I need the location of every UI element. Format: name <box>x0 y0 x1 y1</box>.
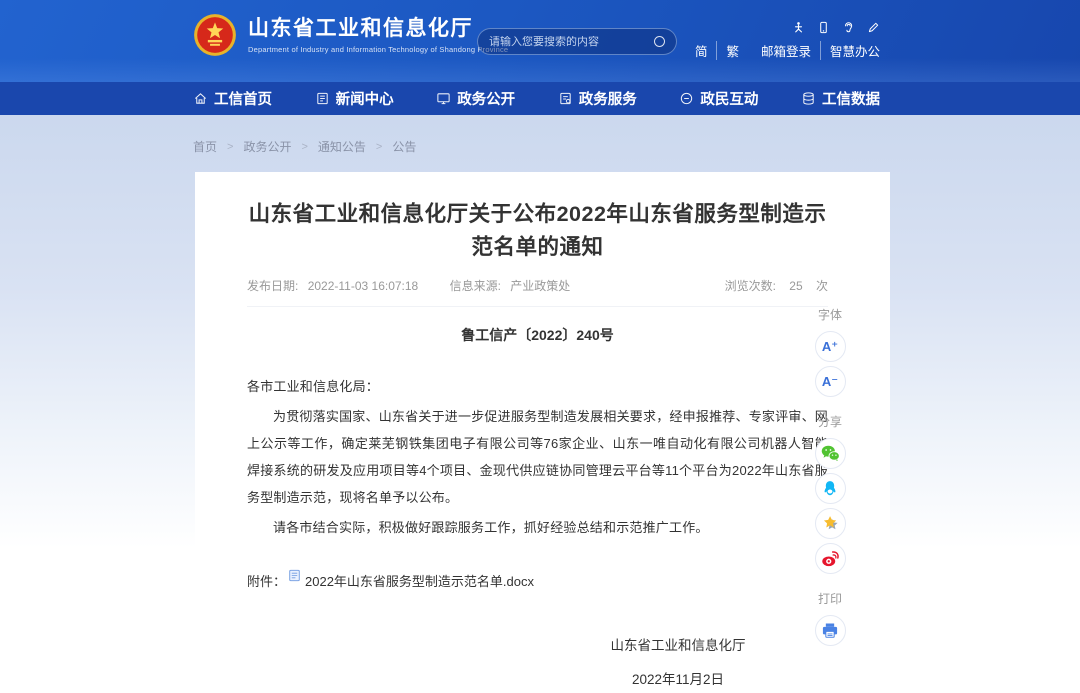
site-header: 山东省工业和信息化厅 Department of Industry and In… <box>0 0 1080 82</box>
voice-icon[interactable] <box>842 21 855 34</box>
article-title: 山东省工业和信息化厅关于公布2022年山东省服务型制造示范名单的通知 <box>247 198 828 264</box>
database-icon <box>801 91 816 106</box>
breadcrumb-home[interactable]: 首页 <box>193 138 217 155</box>
nav-item-gov-disclosure[interactable]: 政务公开 <box>436 88 515 109</box>
article-card: 山东省工业和信息化厅关于公布2022年山东省服务型制造示范名单的通知 发布日期:… <box>195 172 890 693</box>
share-weibo-button[interactable] <box>815 543 846 574</box>
content-area: 首页 > 政务公开 > 通知公告 > 公告 山东省工业和信息化厅关于公布2022… <box>0 115 1080 693</box>
views-unit: 次 <box>816 279 828 293</box>
font-decrease-button[interactable]: A⁻ <box>815 366 846 397</box>
source: 产业政策处 <box>510 279 570 293</box>
salutation: 各市工业和信息化局： <box>247 373 828 400</box>
side-toolbar: 字体 A⁺ A⁻ 分享 <box>810 306 850 650</box>
document-number: 鲁工信产〔2022〕240号 <box>247 325 828 345</box>
nav-item-interaction[interactable]: 政民互动 <box>679 88 758 109</box>
print-button[interactable] <box>815 615 846 646</box>
quick-icons <box>695 21 880 34</box>
nav-item-gov-service[interactable]: 政务服务 <box>558 88 637 109</box>
link-traditional-chinese[interactable]: 繁 <box>716 41 739 60</box>
breadcrumb-separator: > <box>301 141 307 153</box>
search-input[interactable] <box>489 36 654 48</box>
accessibility-icon[interactable] <box>792 21 805 34</box>
service-icon <box>558 91 573 106</box>
qzone-icon <box>820 513 841 534</box>
link-mail-login[interactable]: 邮箱登录 <box>761 41 811 60</box>
breadcrumb-separator: > <box>227 141 233 153</box>
breadcrumb-separator: > <box>376 141 382 153</box>
wechat-icon <box>820 443 841 464</box>
quick-links: 简 繁 邮箱登录 智慧办公 <box>695 41 880 60</box>
signature-org: 山东省工业和信息化厅 <box>611 634 746 654</box>
breadcrumb-notices[interactable]: 通知公告 <box>318 138 366 155</box>
views-count: 25 <box>789 279 802 293</box>
link-smart-office[interactable]: 智慧办公 <box>820 41 880 60</box>
font-label: 字体 <box>818 306 842 323</box>
views-label: 浏览次数: <box>725 279 776 293</box>
interaction-icon <box>679 91 694 106</box>
weibo-icon <box>820 548 841 569</box>
qq-icon <box>820 479 840 499</box>
doc-icon <box>289 569 300 582</box>
article-meta: 发布日期: 2022-11-03 16:07:18 信息来源: 产业政策处 浏览… <box>247 277 828 307</box>
site-search[interactable] <box>477 28 677 55</box>
edit-icon[interactable] <box>867 21 880 34</box>
mobile-icon[interactable] <box>817 21 830 34</box>
signature-block: 山东省工业和信息化厅 2022年11月2日 <box>598 634 758 688</box>
nav-item-home[interactable]: 工信首页 <box>193 88 272 109</box>
paragraph-1: 为贯彻落实国家、山东省关于进一步促进服务型制造发展相关要求，经申报推荐、专家评审… <box>247 403 828 511</box>
header-utility: 简 繁 邮箱登录 智慧办公 <box>695 21 880 60</box>
page: 山东省工业和信息化厅 Department of Industry and In… <box>0 0 1080 693</box>
paragraph-2: 请各市结合实际，积极做好跟踪服务工作，抓好经验总结和示范推广工作。 <box>247 514 828 541</box>
print-label: 打印 <box>818 590 842 607</box>
site-subtitle: Department of Industry and Information T… <box>248 45 508 54</box>
search-icon[interactable] <box>654 36 665 47</box>
attachment-link[interactable]: 2022年山东省服务型制造示范名单.docx <box>305 571 534 590</box>
news-icon <box>315 91 330 106</box>
font-increase-button[interactable]: A⁺ <box>815 331 846 362</box>
publish-date: 2022-11-03 16:07:18 <box>308 279 419 293</box>
share-label: 分享 <box>818 413 842 430</box>
nav-item-news[interactable]: 新闻中心 <box>315 88 394 109</box>
printer-icon <box>820 621 840 641</box>
main-nav: 工信首页 新闻中心 政务公开 政务服务 政民互动 工信数据 <box>0 82 1080 115</box>
share-qzone-button[interactable] <box>815 508 846 539</box>
publish-date-label: 发布日期: <box>247 279 298 293</box>
national-emblem-logo <box>193 13 237 57</box>
share-wechat-button[interactable] <box>815 438 846 469</box>
home-icon <box>193 91 208 106</box>
source-label: 信息来源: <box>450 279 501 293</box>
site-title: 山东省工业和信息化厅 <box>248 16 508 42</box>
signature-date: 2022年11月2日 <box>632 668 724 688</box>
attachment-row: 附件： 2022年山东省服务型制造示范名单.docx <box>247 571 828 590</box>
breadcrumb-announcement[interactable]: 公告 <box>392 138 416 155</box>
breadcrumb: 首页 > 政务公开 > 通知公告 > 公告 <box>193 138 416 155</box>
nav-item-data[interactable]: 工信数据 <box>801 88 880 109</box>
attachment-label: 附件： <box>247 571 286 590</box>
share-qq-button[interactable] <box>815 473 846 504</box>
monitor-icon <box>436 91 451 106</box>
breadcrumb-gov-disclosure[interactable]: 政务公开 <box>243 138 291 155</box>
link-simplified-chinese[interactable]: 简 <box>695 41 708 60</box>
site-brand: 山东省工业和信息化厅 Department of Industry and In… <box>193 13 508 57</box>
